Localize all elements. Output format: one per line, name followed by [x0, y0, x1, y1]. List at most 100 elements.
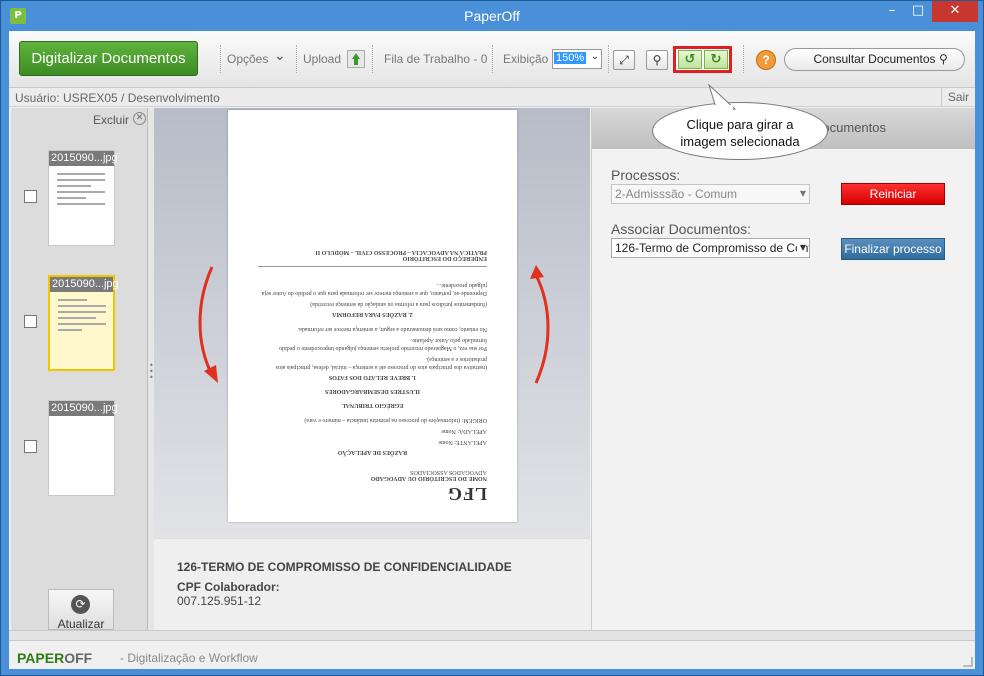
upload-button[interactable]: Upload	[303, 52, 341, 66]
document-paragraph: (fundamentos jurídicos para a reforma ou…	[310, 301, 487, 307]
document-content-rotated: LFG NOME DO ESCRITÓRIO OU ADVOGADO ADVOG…	[228, 110, 517, 522]
rotate-left-icon: ↺	[684, 52, 696, 67]
document-type-title: 126-TERMO DE COMPROMISSO DE CONFIDENCIAL…	[177, 560, 512, 574]
document-info-panel: 126-TERMO DE COMPROMISSO DE CONFIDENCIAL…	[154, 538, 590, 630]
toolbar-divider	[743, 45, 744, 73]
thumbnail-label: 2015090...jpg	[49, 151, 118, 166]
document-viewer[interactable]: LFG NOME DO ESCRITÓRIO OU ADVOGADO ADVOG…	[154, 108, 590, 538]
digitalizar-documentos-button[interactable]: Digitalizar Documentos	[19, 41, 198, 76]
tooltip-text-line-2: imagem selecionada	[680, 134, 800, 149]
rotate-tooltip: Clique para girar a imagem selecionada	[652, 102, 828, 160]
toolbar-divider	[608, 45, 609, 73]
fit-to-screen-button[interactable]: ⤢	[613, 50, 635, 70]
toolbar-divider	[372, 45, 373, 73]
thumbnail-preview	[58, 299, 106, 335]
document-apelada: APELADA: Nome	[441, 428, 487, 434]
zoom-select[interactable]: 150% ⌄	[552, 49, 602, 69]
thumbnail-checkbox[interactable]	[24, 440, 37, 453]
upload-icon[interactable]	[347, 50, 365, 68]
document-paragraph: (narrativa dos principais atos do proces…	[275, 356, 487, 370]
thumbnail-checkbox[interactable]	[24, 190, 37, 203]
document-paragraph: Depreende-se, portanto, que a sentença m…	[261, 282, 487, 296]
close-icon: ✕	[949, 3, 961, 18]
exibicao-label: Exibição	[503, 52, 549, 66]
thumbnail-label: 2015090...jpg	[50, 277, 119, 292]
magnifier-icon: ⚲	[652, 53, 662, 67]
rotate-right-icon: ↻	[710, 52, 722, 67]
processos-select[interactable]: 2-Admisssão - Comum ▼	[611, 184, 810, 204]
thumbnail-item: 2015090...jpg	[11, 398, 148, 498]
associar-documentos-label: Associar Documentos:	[611, 221, 752, 237]
help-button[interactable]: ?	[756, 50, 776, 70]
thumbnail-item: 2015090...jpg	[11, 148, 148, 248]
title-bar[interactable]: P PaperOff – □ ✕	[1, 1, 983, 31]
chevron-down-icon: ▼	[796, 239, 806, 257]
toolbar-divider	[296, 45, 297, 73]
thumbnail-panel: Excluir ✕ 2015090...jpg 2015090...jpg 20…	[11, 108, 148, 631]
thumbnail-image[interactable]: 2015090...jpg	[48, 400, 118, 496]
finalizar-processo-button[interactable]: Finalizar processo	[841, 238, 945, 260]
cpf-value: 007.125.951-12	[177, 594, 262, 608]
document-paragraph: No entanto, como será demonstrado a segu…	[297, 326, 487, 332]
minimize-button[interactable]: –	[879, 1, 905, 22]
app-window: P PaperOff – □ ✕ Digitalizar Documentos …	[0, 0, 984, 676]
rotate-right-button[interactable]: ↻	[704, 50, 728, 69]
atualizar-label: Atualizar	[57, 617, 105, 631]
tooltip-pointer	[707, 83, 737, 113]
sair-button[interactable]: Sair	[941, 88, 975, 106]
window-title: PaperOff	[464, 8, 520, 24]
status-footer: PAPEROFF - Digitalização e Workflow	[9, 630, 975, 669]
opcoes-menu[interactable]: Opções	[227, 52, 268, 66]
maximize-button[interactable]: □	[905, 1, 931, 22]
document-item-2: 2. RAZÕES PARA REFORMA	[332, 311, 413, 317]
document-apelante: APELANTE: Nome	[438, 439, 487, 445]
document-logo: LFG	[446, 484, 487, 504]
close-circle-icon[interactable]: ✕	[133, 112, 146, 125]
toolbar-divider	[220, 45, 221, 73]
maximize-icon: □	[911, 3, 925, 18]
document-footer: ENDEREÇO DO ESCRITÓRIO	[402, 255, 487, 261]
associar-documentos-select[interactable]: 126-Termo de Compromisso de Confic ▼	[611, 238, 810, 258]
refresh-icon: ⟳	[71, 595, 90, 614]
document-page[interactable]: LFG NOME DO ESCRITÓRIO OU ADVOGADO ADVOG…	[228, 110, 517, 522]
document-heading: NOME DO ESCRITÓRIO OU ADVOGADO	[370, 475, 487, 481]
zoom-value: 150%	[554, 52, 587, 64]
thumbnail-item: 2015090...jpg	[11, 273, 148, 373]
associar-documentos-value: 126-Termo de Compromisso de Confic	[615, 241, 810, 255]
resize-grip-icon[interactable]	[963, 657, 973, 667]
minimize-icon: –	[888, 3, 896, 18]
close-button[interactable]: ✕	[932, 1, 978, 22]
footer-tagline: - Digitalização e Workflow	[120, 651, 258, 665]
reiniciar-button[interactable]: Reiniciar	[841, 183, 945, 205]
fila-de-trabalho[interactable]: Fila de Trabalho - 0	[384, 52, 487, 66]
client-area: Digitalizar Documentos Opções ⌄ Upload F…	[9, 31, 975, 669]
chevron-down-icon[interactable]: ⌄	[274, 48, 286, 64]
thumbnail-checkbox[interactable]	[24, 315, 37, 328]
search-icon: ⚲	[939, 52, 948, 66]
rotate-left-button[interactable]: ↺	[678, 50, 702, 69]
brand-part-1: PAPER	[17, 650, 65, 666]
user-status-bar: Usuário: USREX05 / Desenvolvimento Sair	[9, 88, 975, 107]
document-paragraph: Por sua vez, o Magistrado recorrido prof…	[279, 337, 487, 351]
brand-logo: PAPEROFF	[17, 650, 92, 666]
chevron-down-icon: ⌄	[590, 51, 599, 62]
document-divider	[258, 266, 487, 267]
document-tribunal: EGRÉGIO TRIBUNAL	[341, 402, 404, 408]
zoom-button[interactable]: ⚲	[646, 50, 668, 70]
splitter-grip-icon[interactable]: • • •	[149, 362, 154, 382]
thumbnail-label: 2015090...jpg	[49, 401, 118, 416]
atualizar-button[interactable]: ⟳ Atualizar	[48, 589, 114, 631]
toolbar: Digitalizar Documentos Opções ⌄ Upload F…	[9, 31, 975, 88]
consultar-documentos-button[interactable]: Consultar Documentos	[784, 48, 965, 71]
toolbar-divider	[492, 45, 493, 73]
thumbnail-image-selected[interactable]: 2015090...jpg	[48, 275, 119, 371]
process-panel: Documentos Processos: 2-Admisssão - Comu…	[591, 108, 975, 630]
document-desembargadores: ILUSTRES DESEMBARGADORES	[325, 388, 420, 394]
footer-divider	[9, 631, 975, 641]
thumbnail-image[interactable]: 2015090...jpg	[48, 150, 118, 246]
document-origem: ORIGEM: (informações do processo na prim…	[304, 417, 487, 423]
excluir-button[interactable]: Excluir	[93, 113, 129, 127]
user-info: Usuário: USREX05 / Desenvolvimento	[15, 91, 220, 105]
processos-label: Processos:	[611, 167, 681, 183]
chevron-down-icon: ▼	[799, 189, 806, 198]
